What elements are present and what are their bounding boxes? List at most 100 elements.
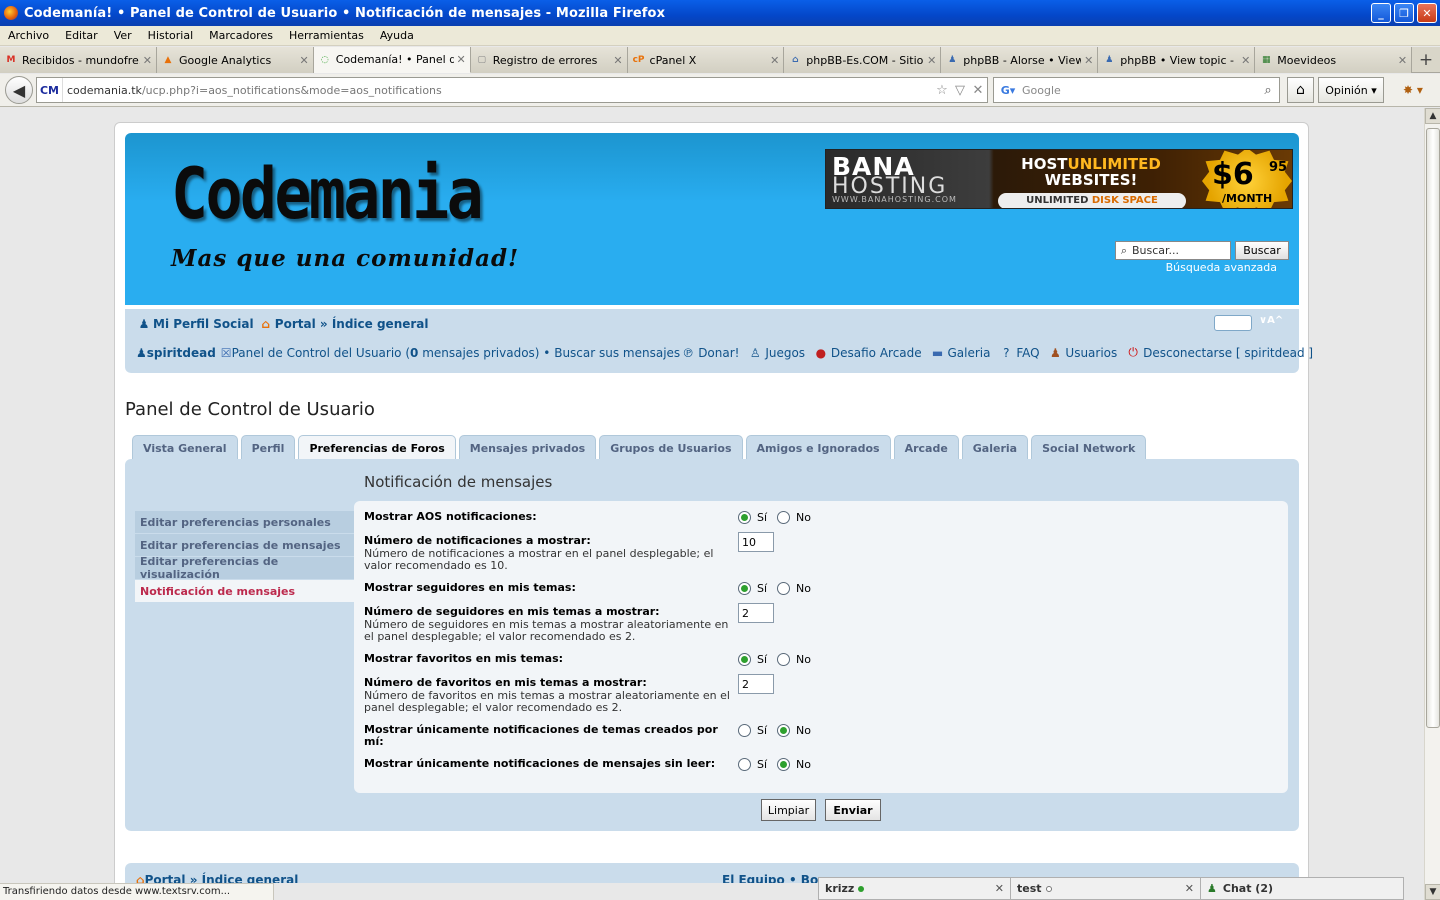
url-bar[interactable]: CM codemania.tk/ucp.php?i=aos_notificati…: [36, 77, 988, 103]
font-size-box[interactable]: [1214, 315, 1252, 331]
faq-link[interactable]: FAQ: [1016, 346, 1039, 360]
radio-yes[interactable]: Sí: [738, 758, 767, 771]
search-own-posts-link[interactable]: Buscar sus mensajes: [554, 346, 680, 360]
radio-yes[interactable]: Sí: [738, 582, 767, 595]
footer-portal-link[interactable]: Portal: [145, 873, 186, 883]
menu-marcadores[interactable]: Marcadores: [201, 29, 281, 42]
forum-search-input[interactable]: ⌕ Buscar...: [1115, 241, 1231, 260]
radio-button[interactable]: [738, 582, 751, 595]
web-search-bar[interactable]: G▾ Google ⌕: [993, 77, 1280, 103]
scroll-up-icon[interactable]: ▲: [1425, 108, 1440, 124]
radio-button[interactable]: [777, 758, 791, 771]
tab-amigos-e-ignorados[interactable]: Amigos e Ignorados: [745, 435, 891, 460]
tab-vista-general[interactable]: Vista General: [132, 435, 238, 460]
browser-tab[interactable]: M Recibidos - mundofre... ✕: [0, 47, 157, 73]
menu-ayuda[interactable]: Ayuda: [372, 29, 422, 42]
sidenav-item[interactable]: Editar preferencias de visualización: [135, 555, 355, 581]
home-icon[interactable]: ⌂: [1287, 77, 1314, 103]
site-logo-title[interactable]: Codemania: [171, 153, 484, 235]
menu-historial[interactable]: Historial: [140, 29, 201, 42]
site-identity-icon[interactable]: CM: [37, 78, 63, 102]
chat-window-krizz[interactable]: krizz ✕: [819, 878, 1011, 899]
forum-search-button[interactable]: Buscar: [1235, 241, 1289, 260]
arcade-challenge-link[interactable]: Desafio Arcade: [831, 346, 922, 360]
radio-button[interactable]: [777, 511, 791, 524]
logout-link[interactable]: Desconectarse [ spiritdead ]: [1143, 346, 1313, 360]
history-dropdown-icon[interactable]: ▽: [951, 83, 969, 98]
close-chat-icon[interactable]: ✕: [995, 882, 1004, 895]
radio-button[interactable]: [777, 653, 791, 666]
radio-button[interactable]: [738, 758, 751, 771]
menu-editar[interactable]: Editar: [57, 29, 106, 42]
browser-tab[interactable]: ♟ phpBB • View topic - [...✕: [1098, 47, 1256, 73]
donate-link[interactable]: Donar!: [698, 346, 739, 360]
index-link[interactable]: Índice general: [332, 317, 429, 331]
advanced-search-link[interactable]: Búsqueda avanzada: [1165, 261, 1277, 274]
close-tab-icon[interactable]: ✕: [143, 54, 152, 67]
extension-icon[interactable]: ✸ ▾: [1390, 77, 1436, 103]
scroll-down-icon[interactable]: ▼: [1425, 884, 1440, 900]
close-tab-icon[interactable]: ✕: [457, 53, 466, 66]
magnifier-icon[interactable]: ⌕: [1257, 83, 1279, 98]
font-size-controls-icon[interactable]: ∨A^: [1259, 315, 1283, 326]
radio-button[interactable]: [738, 653, 751, 666]
bookmark-star-icon[interactable]: ☆: [933, 83, 951, 98]
close-tab-icon[interactable]: ✕: [770, 54, 779, 67]
scroll-thumb[interactable]: [1426, 128, 1440, 728]
games-link[interactable]: Juegos: [765, 346, 805, 360]
radio-no[interactable]: No: [777, 758, 811, 771]
radio-no[interactable]: No: [777, 653, 811, 666]
hosting-ad-banner[interactable]: BANA HOSTING WWW.BANAHOSTING.COM HOSTUNL…: [825, 149, 1293, 209]
number-input[interactable]: 10: [738, 532, 774, 552]
radio-button[interactable]: [738, 511, 751, 524]
close-tab-icon[interactable]: ✕: [1241, 54, 1250, 67]
menu-herramientas[interactable]: Herramientas: [281, 29, 372, 42]
new-tab-icon[interactable]: +: [1412, 47, 1440, 72]
sidenav-item[interactable]: Editar preferencias personales: [135, 511, 355, 534]
tab-grupos-de-usuarios[interactable]: Grupos de Usuarios: [599, 435, 743, 460]
radio-no[interactable]: No: [777, 724, 811, 737]
radio-yes[interactable]: Sí: [738, 511, 767, 524]
members-link[interactable]: Usuarios: [1065, 346, 1117, 360]
browser-tab[interactable]: ▦ Moevideos ✕: [1255, 47, 1413, 73]
footer-index-link[interactable]: Índice general: [202, 873, 299, 883]
close-tab-icon[interactable]: ✕: [613, 54, 622, 67]
social-profile-link[interactable]: Mi Perfil Social: [153, 317, 254, 331]
chat-main-button[interactable]: ♟ Chat (2): [1201, 878, 1403, 899]
browser-tab[interactable]: cP cPanel X ✕: [627, 47, 785, 73]
tab-galeria[interactable]: Galeria: [961, 435, 1029, 460]
radio-button[interactable]: [777, 582, 791, 595]
chat-window-test[interactable]: test ✕: [1011, 878, 1201, 899]
number-input[interactable]: 2: [738, 603, 774, 623]
radio-button[interactable]: [777, 724, 791, 737]
portal-link[interactable]: Portal: [275, 317, 316, 331]
close-chat-icon[interactable]: ✕: [1185, 882, 1194, 895]
tab-arcade[interactable]: Arcade: [893, 435, 959, 460]
close-tab-icon[interactable]: ✕: [1398, 54, 1407, 67]
radio-yes[interactable]: Sí: [738, 724, 767, 737]
close-tab-icon[interactable]: ✕: [300, 54, 309, 67]
opinion-button[interactable]: Opinión ▾: [1318, 77, 1384, 103]
close-window-button[interactable]: ✕: [1417, 3, 1437, 23]
radio-no[interactable]: No: [777, 511, 811, 524]
gallery-link[interactable]: Galeria: [948, 346, 991, 360]
back-arrow-icon[interactable]: ◀: [5, 76, 33, 104]
stop-icon[interactable]: ✕: [969, 83, 987, 98]
clear-button[interactable]: Limpiar: [761, 799, 816, 821]
menu-archivo[interactable]: Archivo: [0, 29, 57, 42]
username-link[interactable]: spiritdead: [147, 346, 216, 360]
radio-no[interactable]: No: [777, 582, 811, 595]
footer-team-links[interactable]: El Equipo • Bor: [722, 873, 824, 883]
browser-tab[interactable]: ▢ Registro de errores ✕: [470, 47, 628, 73]
browser-tab[interactable]: ▲ Google Analytics ✕: [157, 47, 314, 73]
browser-tab[interactable]: ⌂ phpBB-Es.COM - Sitio... ✕: [784, 47, 942, 73]
radio-yes[interactable]: Sí: [738, 653, 767, 666]
radio-button[interactable]: [738, 724, 751, 737]
sidenav-item[interactable]: Editar preferencias de mensajes: [135, 534, 355, 557]
tab-preferencias-de-foros[interactable]: Preferencias de Foros: [298, 435, 456, 461]
google-engine-icon[interactable]: G▾: [994, 84, 1022, 97]
minimize-button[interactable]: _: [1371, 3, 1391, 23]
tab-perfil[interactable]: Perfil: [240, 435, 296, 460]
tab-mensajes-privados[interactable]: Mensajes privados: [458, 435, 597, 460]
page-scrollbar[interactable]: ▲ ▼: [1424, 108, 1440, 900]
